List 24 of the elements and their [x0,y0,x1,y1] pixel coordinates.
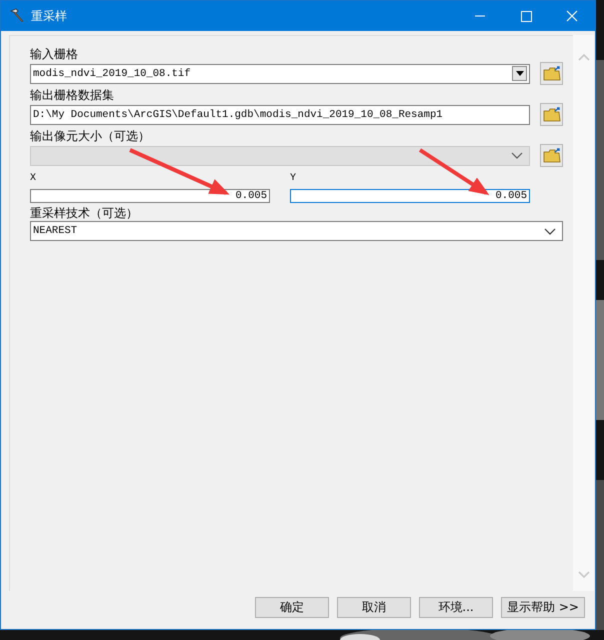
field-label: 输出像元大小（可选） [30,128,150,144]
chevron-down-icon [544,228,556,234]
field-label: 输出栅格数据集 [30,87,114,103]
input-field[interactable]: 0.005 [30,189,270,203]
field-label: Y [290,172,296,186]
field-label: 输入栅格 [30,46,78,62]
dialog-button[interactable]: 显示帮助 >> [501,597,585,618]
triangle-down-icon [516,71,524,76]
browse-button[interactable] [540,62,563,85]
dialog-button[interactable]: 确定 [255,597,329,618]
dropdown-button[interactable] [512,66,527,81]
dialog-button[interactable]: 取消 [337,597,411,618]
field-label: X [30,172,36,186]
input-field[interactable]: D:\My Documents\ArcGIS\Default1.gdb\modis_ndvi_2019_10_08_Resamp1 [30,104,530,124]
field-label: 重采样技术（可选） [30,205,138,221]
arrow [418,148,490,196]
input-field[interactable]: 0.005 [290,189,530,203]
browse-button[interactable] [540,103,563,126]
window-title: 重采样 [31,8,67,24]
combo-field[interactable]: modis_ndvi_2019_10_08.tif [30,64,530,84]
dropdown-field[interactable]: NEAREST [30,221,563,241]
chevron-down-icon [511,152,523,159]
hammer-icon [9,8,25,24]
dialog-button[interactable]: 环境... [419,597,493,618]
